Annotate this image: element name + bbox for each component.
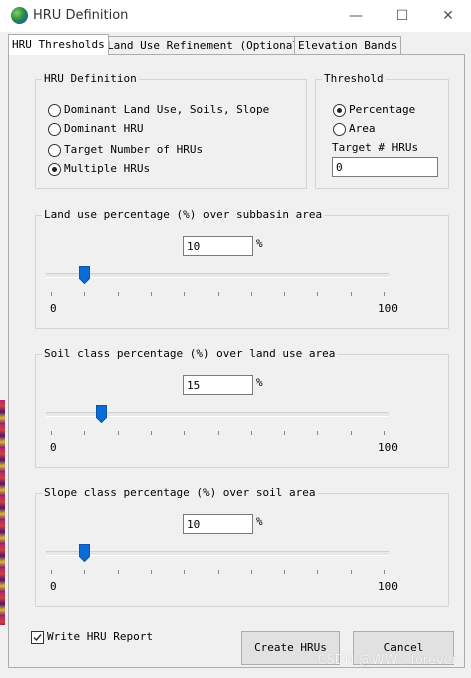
threshold-label: Threshold [322,72,386,85]
slider-tick [251,570,252,574]
soil-class-percentage-slider[interactable] [46,403,389,439]
slider-tick [351,292,352,296]
slider-tick [51,431,52,435]
slider-max-label: 100 [378,302,398,315]
radio-circle [333,123,346,136]
threshold-group: Threshold Percentage Area Target # HRUs [315,72,449,189]
slider-tick [218,570,219,574]
slider-min-label: 0 [50,580,57,593]
window-title: HRU Definition [33,8,129,23]
slider-thumb[interactable] [96,405,107,423]
land-use-percentage-slider[interactable] [46,264,389,300]
slider-tick [51,570,52,574]
slope-class-percentage-label: Slope class percentage (%) over soil are… [42,486,318,499]
radio-label: Percentage [349,103,416,116]
radio-selected-dot [337,108,342,113]
slider-tick [384,570,385,574]
slider-tick [317,570,318,574]
slider-tick [351,570,352,574]
land-use-percentage-group: Land use percentage (%) over subbasin ar… [35,208,449,329]
slider-tick [84,431,85,435]
hru-definition-label: HRU Definition [42,72,139,85]
slider-tick [118,292,119,296]
soil-class-percentage-input[interactable] [183,375,253,395]
radio-selected-dot [52,167,57,172]
slider-tick [284,570,285,574]
tab-land-use-refinement[interactable]: Land Use Refinement (Optional) [103,36,310,54]
checkbox-box [31,631,44,644]
slider-tick [151,570,152,574]
slider-tick [317,431,318,435]
radio-label: Dominant Land Use, Soils, Slope [64,103,270,116]
slider-thumb[interactable] [79,544,90,562]
slider-tick [84,570,85,574]
slider-min-label: 0 [50,302,57,315]
slider-track[interactable] [46,273,389,278]
radio-circle [48,163,61,176]
slider-max-label: 100 [378,441,398,454]
slider-tick [384,431,385,435]
close-button[interactable]: ✕ [425,0,471,32]
minimize-button[interactable]: — [333,0,379,32]
slider-min-label: 0 [50,441,57,454]
write-hru-report-label: Write HRU Report [47,630,153,643]
slider-tick [251,292,252,296]
slider-tick [184,292,185,296]
slider-tick [351,431,352,435]
slider-tick [218,292,219,296]
slider-tick [218,431,219,435]
background-map-strip [0,400,5,625]
slider-tick [118,431,119,435]
slider-tick [184,570,185,574]
percent-unit: % [256,515,263,528]
slope-class-percentage-slider[interactable] [46,542,389,578]
slider-track[interactable] [46,551,389,556]
slider-tick [151,292,152,296]
percent-unit: % [256,237,263,250]
radio-label: Multiple HRUs [64,162,151,175]
maximize-button[interactable]: ☐ [379,0,425,32]
slope-class-percentage-group: Slope class percentage (%) over soil are… [35,486,449,607]
soil-class-percentage-group: Soil class percentage (%) over land use … [35,347,449,468]
slope-class-percentage-input[interactable] [183,514,253,534]
slider-max-label: 100 [378,580,398,593]
soil-class-percentage-label: Soil class percentage (%) over land use … [42,347,338,360]
radio-circle [48,123,61,136]
slider-tick [51,292,52,296]
target-hrus-input[interactable] [332,157,438,177]
tab-elevation-bands[interactable]: Elevation Bands [294,36,402,54]
hru-thresholds-panel: HRU Definition Dominant Land Use, Soils,… [8,54,465,668]
slider-tick [151,431,152,435]
checkmark-icon [33,634,42,642]
radio-label: Area [349,122,376,135]
slider-tick [184,431,185,435]
percent-unit: % [256,376,263,389]
slider-tick [284,292,285,296]
slider-tick [251,431,252,435]
title-bar: HRU Definition — ☐ ✕ [0,0,471,32]
slider-tick [384,292,385,296]
radio-circle [48,104,61,117]
radio-circle [48,144,61,157]
tab-hru-thresholds[interactable]: HRU Thresholds [8,34,109,55]
radio-label: Dominant HRU [64,122,144,135]
slider-tick [84,292,85,296]
slider-tick [118,570,119,574]
land-use-percentage-label: Land use percentage (%) over subbasin ar… [42,208,325,221]
slider-tick [317,292,318,296]
slider-thumb[interactable] [79,266,90,284]
land-use-percentage-input[interactable] [183,236,253,256]
radio-label: Target Number of HRUs [64,143,204,156]
globe-icon [11,7,28,24]
watermark-text: CSDN @WW、forever [317,653,457,668]
target-hrus-label: Target # HRUs [332,141,419,154]
radio-circle [333,104,346,117]
slider-tick [284,431,285,435]
hru-definition-group: HRU Definition Dominant Land Use, Soils,… [35,72,307,189]
